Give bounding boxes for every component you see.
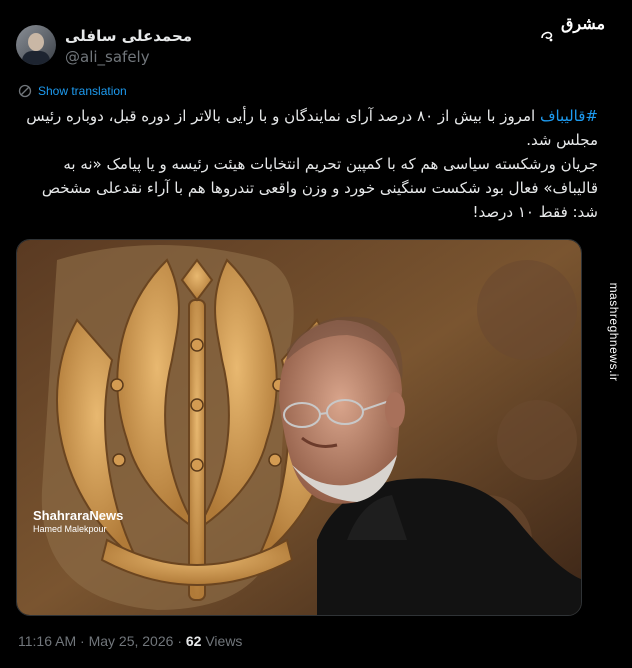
avatar-head [28,33,44,51]
brand-swirl-icon [541,31,553,42]
tweet-meta: 11:16 AM · May 25, 2026 · 62 Views [18,633,242,649]
tweet-body: #قالیباف امروز با بیش از ۸۰ درصد آرای نم… [18,104,598,224]
views-count: 62 [185,633,202,649]
tweet-line1-text: امروز با بیش از ۸۰ درصد آرای نمایندگان و… [26,107,598,149]
tweet-paragraph-2: جریان ورشکسته سیاسی هم که با کمپین تحریم… [41,155,598,221]
tweet-date[interactable]: May 25, 2026 [89,633,174,649]
author-display-name[interactable]: محمدعلی سافلی [65,27,192,45]
photo-illustration [17,240,581,615]
avatar[interactable] [16,25,56,65]
tweet-media-photo[interactable]: ShahraraNews Hamed Malekpour [16,239,582,616]
author-handle[interactable]: @ali_safely [65,48,150,66]
hashtag-link[interactable]: #قالیباف [540,107,598,125]
avatar-body [22,51,50,65]
meta-separator-2: · [177,633,182,649]
tweet-paragraph-1: #قالیباف امروز با بیش از ۸۰ درصد آرای نم… [18,104,598,152]
watermark-name: ShahraraNews [33,508,124,523]
tweet-card: محمدعلی سافلی @ali_safely مشرق mashreghn… [0,0,632,668]
tweet-time[interactable]: 11:16 AM [18,633,76,649]
watermark-credit: Hamed Malekpour [33,524,107,534]
meta-separator-1: · [80,633,85,649]
brand-logo: مشرق [561,14,606,33]
translate-globe-icon [18,84,32,98]
show-translation-link[interactable]: Show translation [18,84,127,98]
show-translation-label: Show translation [38,84,127,98]
side-url: mashreghnews.ir [607,282,621,382]
views-label: Views [205,633,243,649]
side-watermark: mashreghnews.ir [604,12,624,652]
